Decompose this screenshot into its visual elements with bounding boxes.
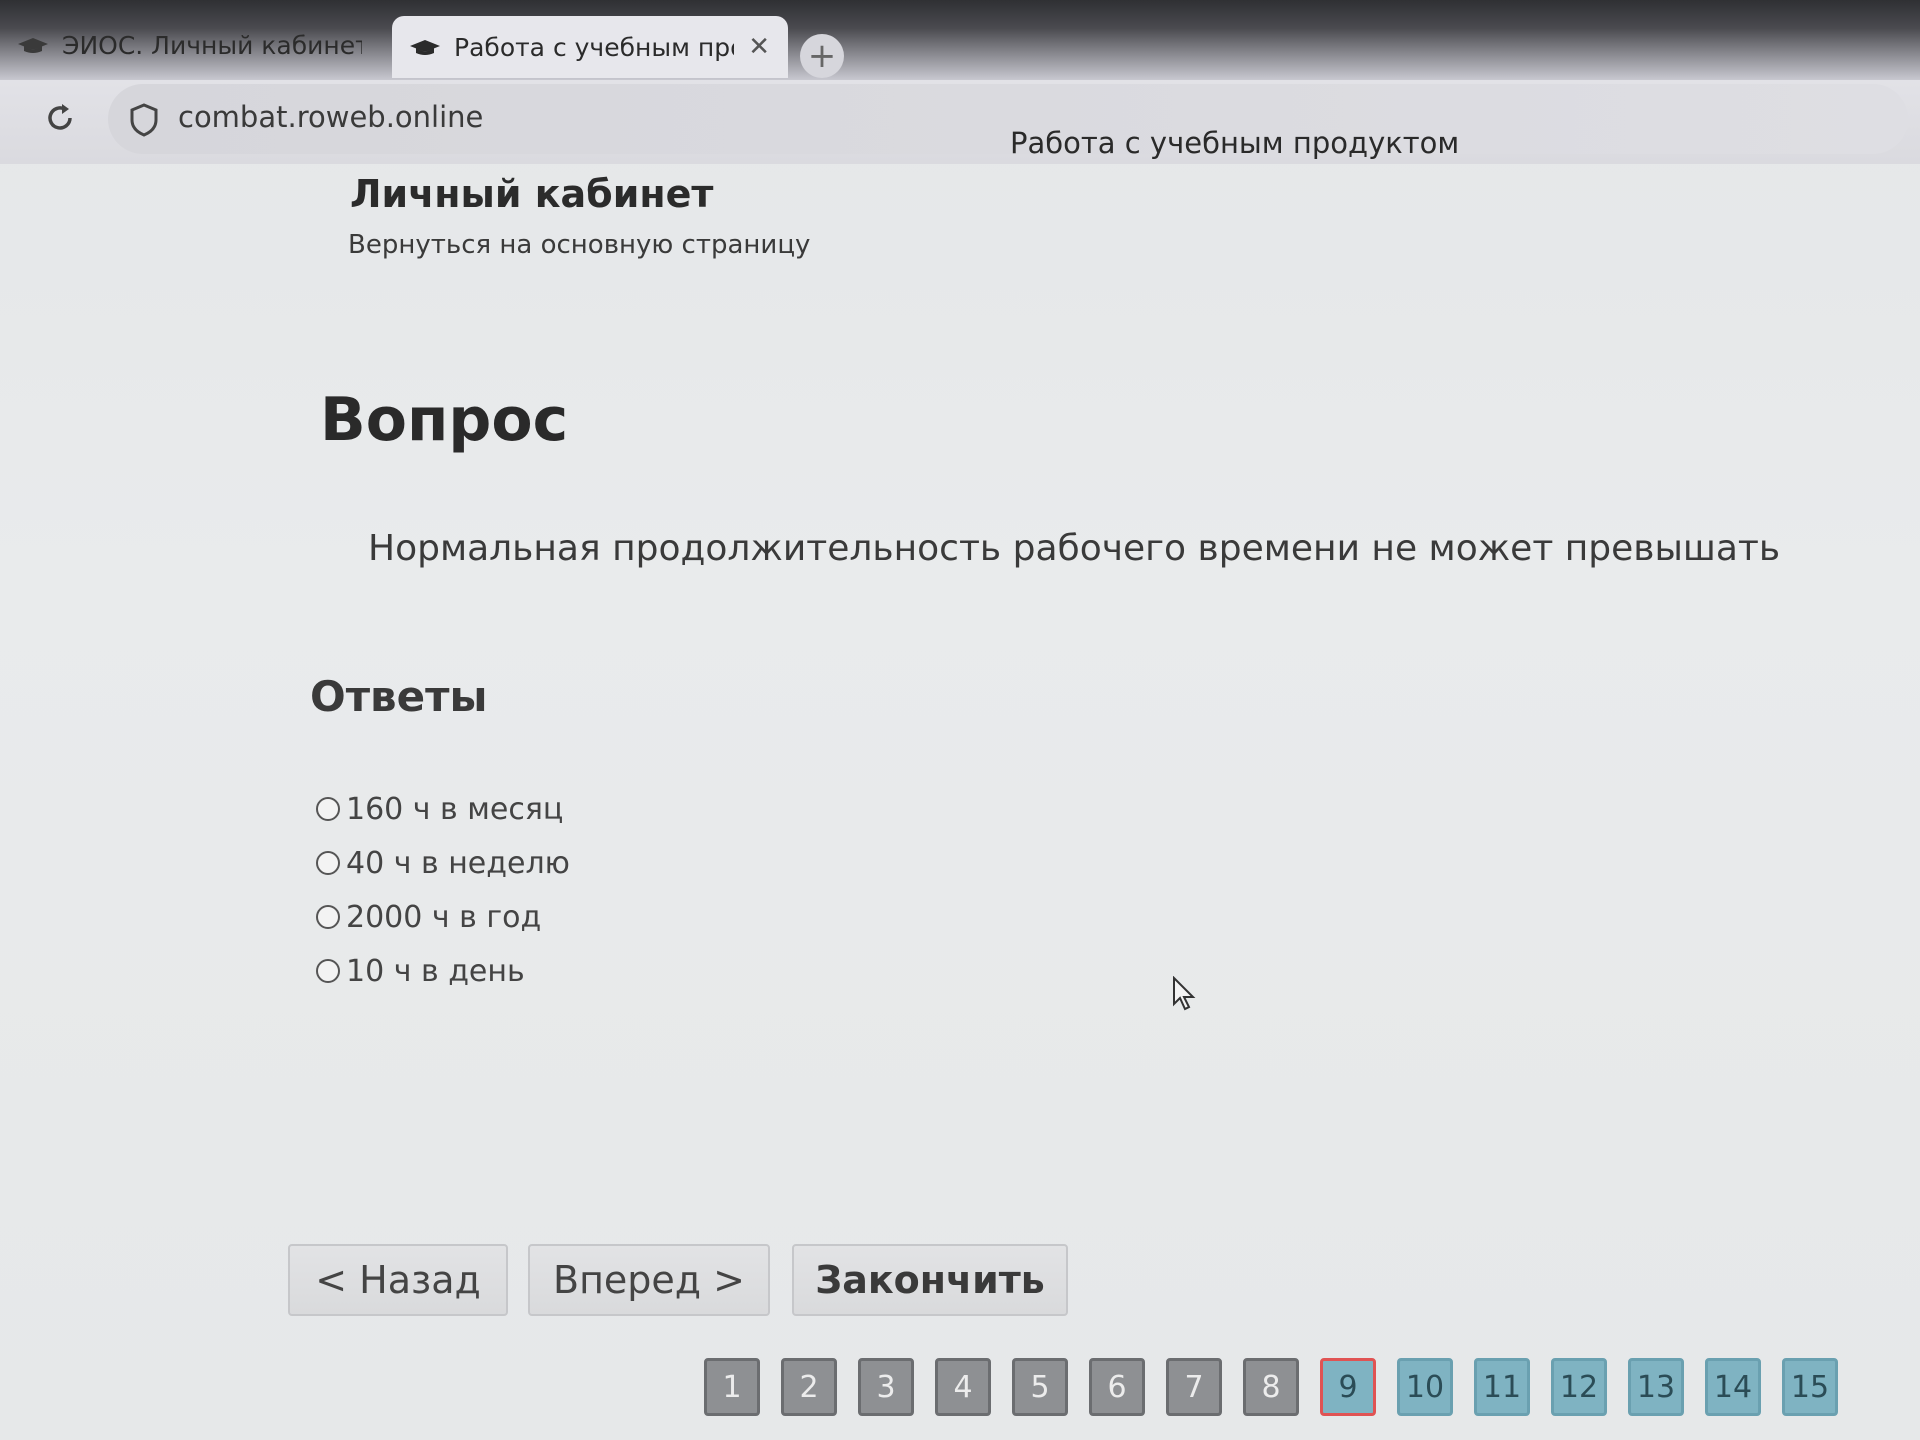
page-button-15[interactable]: 15	[1782, 1358, 1838, 1416]
answer-option[interactable]: 10 ч в день	[316, 944, 570, 998]
page-button-8[interactable]: 8	[1243, 1358, 1299, 1416]
next-button[interactable]: Вперед >	[528, 1244, 770, 1316]
tab-learning-product[interactable]: Работа с учебным про ✕	[392, 16, 788, 78]
reload-icon[interactable]	[38, 96, 82, 140]
new-tab-button[interactable]: +	[800, 34, 844, 78]
graduation-cap-icon	[410, 40, 440, 55]
answer-label: 40 ч в неделю	[346, 845, 570, 881]
page-button-14[interactable]: 14	[1705, 1358, 1761, 1416]
site-title: Личный кабинет	[350, 172, 714, 216]
back-button[interactable]: < Назад	[288, 1244, 508, 1316]
answer-label: 160 ч в месяц	[346, 791, 564, 827]
page-button-9[interactable]: 9	[1320, 1358, 1376, 1416]
tab-title: Работа с учебным про	[454, 32, 735, 62]
radio-button[interactable]	[316, 851, 340, 875]
answer-label: 2000 ч в год	[346, 899, 542, 935]
page-button-1[interactable]: 1	[704, 1358, 760, 1416]
tab-title: ЭИОС. Личный кабинет	[62, 30, 362, 60]
page-button-13[interactable]: 13	[1628, 1358, 1684, 1416]
page-button-7[interactable]: 7	[1166, 1358, 1222, 1416]
answer-label: 10 ч в день	[346, 953, 525, 989]
close-icon[interactable]: ✕	[748, 32, 770, 62]
answers-heading: Ответы	[310, 672, 488, 721]
question-pagination: 1 2 3 4 5 6 7 8 9 10 11 12 13 14 15	[704, 1358, 1838, 1416]
page-button-5[interactable]: 5	[1012, 1358, 1068, 1416]
shield-icon[interactable]	[128, 102, 160, 138]
question-text: Нормальная продолжительность рабочего вр…	[368, 528, 1781, 569]
radio-button[interactable]	[316, 959, 340, 983]
page-button-4[interactable]: 4	[935, 1358, 991, 1416]
graduation-cap-icon	[18, 38, 48, 53]
tab-eios[interactable]: ЭИОС. Личный кабинет	[0, 14, 380, 76]
radio-button[interactable]	[316, 905, 340, 929]
page-title-bar: Работа с учебным продуктом	[1010, 126, 1460, 160]
page-button-11[interactable]: 11	[1474, 1358, 1530, 1416]
answer-option[interactable]: 40 ч в неделю	[316, 836, 570, 890]
answer-option[interactable]: 2000 ч в год	[316, 890, 570, 944]
question-heading: Вопрос	[320, 385, 569, 455]
radio-button[interactable]	[316, 797, 340, 821]
page-button-10[interactable]: 10	[1397, 1358, 1453, 1416]
answer-option[interactable]: 160 ч в месяц	[316, 782, 570, 836]
page-button-2[interactable]: 2	[781, 1358, 837, 1416]
url-text[interactable]: combat.roweb.online	[178, 100, 483, 134]
browser-toolbar: combat.roweb.online Работа с учебным про…	[0, 80, 1920, 164]
page-button-3[interactable]: 3	[858, 1358, 914, 1416]
browser-tab-strip: ЭИОС. Личный кабинет Работа с учебным пр…	[0, 0, 1920, 80]
finish-button[interactable]: Закончить	[792, 1244, 1068, 1316]
page-button-6[interactable]: 6	[1089, 1358, 1145, 1416]
page-button-12[interactable]: 12	[1551, 1358, 1607, 1416]
back-to-main-link[interactable]: Вернуться на основную страницу	[348, 230, 810, 260]
answers-list: 160 ч в месяц 40 ч в неделю 2000 ч в год…	[316, 782, 570, 998]
mouse-cursor-icon	[1173, 976, 1196, 1011]
